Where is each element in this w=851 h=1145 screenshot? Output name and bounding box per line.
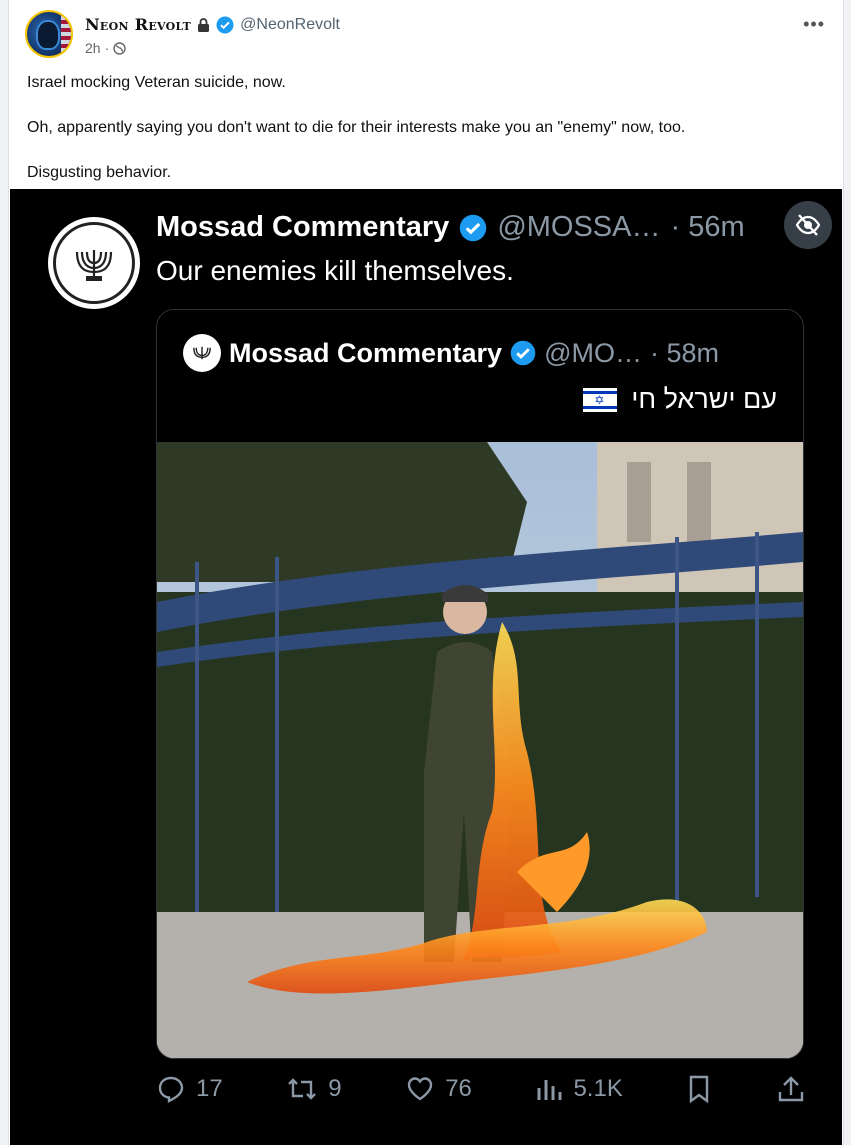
quoted-handle: @MO… (544, 337, 642, 368)
quoted-text-line: ✡ עם ישראל חי (583, 384, 777, 415)
post-meta: 2h · (85, 40, 126, 56)
israel-flag-icon: ✡ (583, 387, 618, 412)
author-line: Neon Revolt @NeonRevolt (85, 15, 340, 34)
retweet-button[interactable]: 9 (286, 1074, 342, 1104)
post-text-line: Israel mocking Veteran suicide, now. (27, 74, 286, 91)
quoted-time: · 58m (649, 337, 720, 368)
hide-media-icon (795, 214, 821, 236)
share-icon (778, 1076, 804, 1102)
bookmark-button[interactable] (686, 1074, 712, 1104)
more-icon[interactable]: ••• (803, 14, 825, 35)
lock-icon (197, 17, 210, 32)
author-handle[interactable]: @NeonRevolt (240, 16, 340, 34)
tweet-author-line: Mossad Commentary @MOSSA… · 56m (156, 211, 745, 244)
verified-icon (216, 16, 234, 34)
like-button[interactable]: 76 (405, 1074, 472, 1104)
post-media-screenshot[interactable]: Mossad Commentary @MOSSA… · 56m Our enem… (10, 189, 842, 1145)
post-text-line: Disgusting behavior. (27, 164, 172, 181)
mossad-logo (48, 217, 140, 309)
reply-icon (158, 1076, 184, 1103)
views-count: 5.1K (573, 1075, 623, 1102)
tweet-text: Our enemies kill themselves. (156, 255, 514, 286)
post-card: Neon Revolt @NeonRevolt 2h · ••• Israel … (8, 0, 844, 1145)
quoted-author-name: Mossad Commentary (229, 337, 503, 368)
reply-button[interactable]: 17 (156, 1074, 223, 1104)
hide-media-button[interactable] (784, 201, 832, 249)
quoted-author-line: Mossad Commentary @MO… · 58m (183, 334, 719, 372)
retweet-count: 9 (328, 1075, 342, 1102)
views-icon (537, 1080, 562, 1100)
views-button[interactable]: 5.1K (535, 1074, 623, 1104)
avatar[interactable] (25, 10, 73, 58)
like-icon (407, 1077, 433, 1101)
tweet-actions: 17 9 76 5.1K (156, 1069, 806, 1109)
share-button[interactable] (776, 1074, 806, 1104)
bookmark-icon (690, 1075, 709, 1104)
quoted-tweet: Mossad Commentary @MO… · 58m ✡ עם ישראל … (156, 309, 804, 1059)
quoted-photo (157, 442, 803, 1058)
mossad-logo (183, 334, 221, 372)
verified-icon (459, 214, 487, 242)
author-name[interactable]: Neon Revolt (85, 15, 191, 34)
retweet-icon (288, 1078, 317, 1100)
post-time[interactable]: 2h (85, 40, 101, 56)
globe-icon (113, 41, 126, 55)
post-text: Israel mocking Veteran suicide, now. Oh,… (27, 72, 827, 207)
tweet-handle: @MOSSA… (497, 211, 661, 243)
post-text-line: Oh, apparently saying you don't want to … (27, 119, 686, 136)
tweet-time: · 56m (670, 211, 745, 243)
quoted-text: עם ישראל חי (631, 384, 777, 414)
tweet-author-name: Mossad Commentary (156, 211, 450, 243)
post-header: Neon Revolt @NeonRevolt 2h · ••• (25, 10, 831, 62)
verified-icon (510, 340, 536, 366)
like-count: 76 (445, 1075, 472, 1102)
reply-count: 17 (196, 1075, 223, 1102)
meta-separator: · (104, 40, 110, 56)
